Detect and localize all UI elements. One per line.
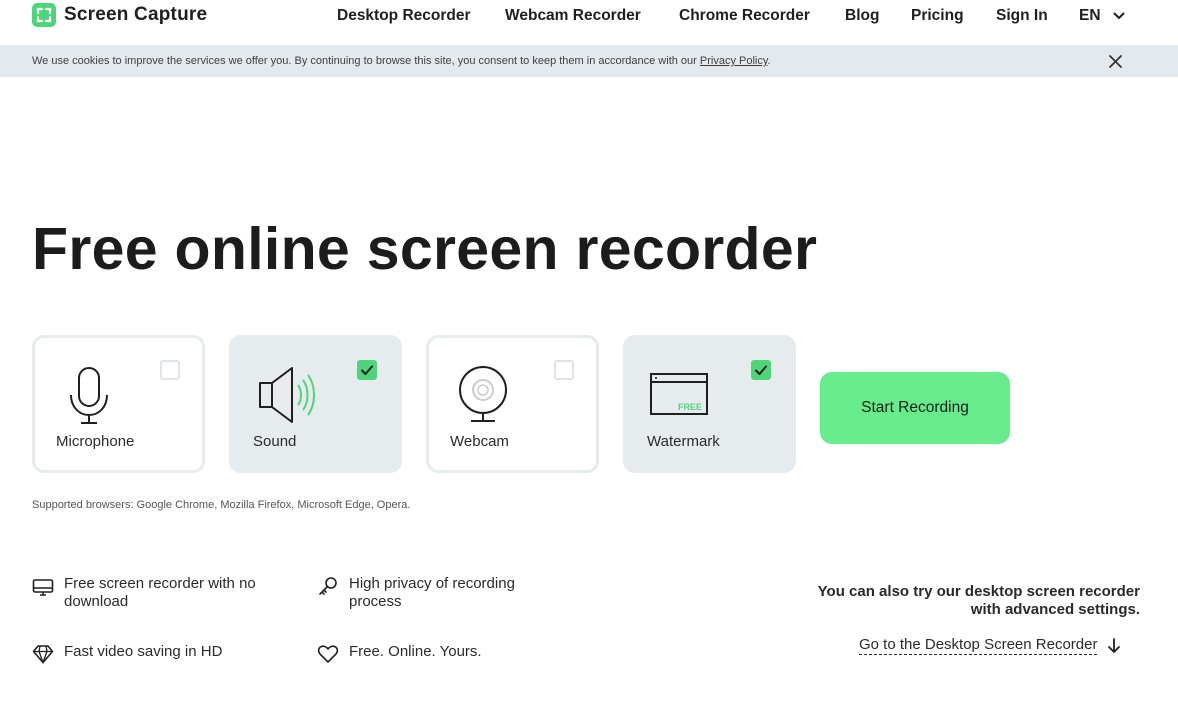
option-label: Sound: [253, 433, 297, 450]
key-icon: [319, 577, 337, 595]
site-header: Screen Capture Desktop Recorder Webcam R…: [0, 0, 1178, 45]
option-label: Microphone: [56, 433, 135, 450]
cookie-message: We use cookies to improve the services w…: [32, 55, 700, 67]
feature-no-download: Free screen recorder with no download: [32, 575, 256, 611]
feature-line: download: [64, 593, 129, 610]
desktop-recorder-link[interactable]: Go to the Desktop Screen Recorder: [859, 636, 1121, 655]
feature-line: High privacy of recording: [349, 575, 515, 592]
desktop-promo-line: with advanced settings.: [970, 601, 1140, 618]
language-selector[interactable]: EN: [1079, 7, 1125, 25]
watermark-badge: FREE: [678, 402, 702, 412]
feature-hd: Fast video saving in HD: [32, 643, 222, 665]
feature-text: Fast video saving in HD: [64, 643, 222, 661]
desktop-promo-line: You can also try our desktop screen reco…: [817, 583, 1140, 600]
checkmark-icon: [755, 365, 767, 375]
cookie-text: We use cookies to improve the services w…: [32, 55, 771, 67]
option-sound[interactable]: Sound: [229, 335, 402, 473]
feature-text: High privacy of recording process: [349, 575, 515, 611]
option-label: Webcam: [450, 433, 509, 450]
nav-chrome-recorder[interactable]: Chrome Recorder: [679, 7, 810, 25]
arrow-down-icon: [1108, 637, 1121, 653]
nav-webcam-recorder[interactable]: Webcam Recorder: [505, 7, 641, 25]
feature-text: Free. Online. Yours.: [349, 643, 482, 661]
supported-browsers: Supported browsers: Google Chrome, Mozil…: [32, 499, 411, 511]
watermark-icon: FREE: [650, 373, 708, 415]
option-label: Watermark: [647, 433, 720, 450]
language-label: EN: [1079, 7, 1101, 24]
desktop-promo: You can also try our desktop screen reco…: [760, 583, 1140, 619]
nav-pricing[interactable]: Pricing: [911, 7, 964, 25]
logo-text: Screen Capture: [64, 4, 208, 25]
feature-privacy: High privacy of recording process: [317, 575, 515, 611]
chevron-down-icon: [1113, 12, 1125, 19]
feature-line: Fast video saving in HD: [64, 643, 223, 660]
microphone-icon: [70, 367, 108, 424]
nav-desktop-recorder[interactable]: Desktop Recorder: [337, 7, 471, 25]
desktop-link-label: Go to the Desktop Screen Recorder: [859, 636, 1098, 655]
cookie-banner: We use cookies to improve the services w…: [0, 45, 1178, 77]
close-icon[interactable]: [1107, 53, 1124, 70]
cookie-suffix: .: [767, 55, 771, 67]
option-watermark[interactable]: FREE Watermark: [623, 335, 796, 473]
feature-line: Free screen recorder with no: [64, 575, 256, 592]
webcam-icon: [459, 366, 507, 422]
option-microphone[interactable]: Microphone: [32, 335, 205, 473]
logo-icon: [32, 3, 56, 27]
feature-line: process: [349, 593, 402, 610]
privacy-policy-link[interactable]: Privacy Policy: [700, 55, 768, 67]
feature-text: Free screen recorder with no download: [64, 575, 256, 611]
webcam-checkbox[interactable]: [554, 360, 574, 380]
option-webcam[interactable]: Webcam: [426, 335, 599, 473]
start-recording-button[interactable]: Start Recording: [820, 372, 1010, 444]
checkmark-icon: [361, 365, 373, 375]
diamond-icon: [32, 645, 54, 665]
speaker-icon: [259, 367, 315, 423]
logo-link[interactable]: Screen Capture: [32, 3, 207, 27]
nav-blog[interactable]: Blog: [845, 7, 879, 25]
microphone-checkbox[interactable]: [160, 360, 180, 380]
heart-icon: [317, 645, 339, 663]
watermark-checkbox[interactable]: [751, 360, 771, 380]
feature-free-online: Free. Online. Yours.: [317, 643, 482, 665]
sound-checkbox[interactable]: [357, 360, 377, 380]
page-title: Free online screen recorder: [32, 216, 818, 282]
monitor-icon: [32, 579, 54, 596]
nav-sign-in[interactable]: Sign In: [996, 7, 1048, 25]
feature-line: Free. Online. Yours.: [349, 643, 482, 660]
